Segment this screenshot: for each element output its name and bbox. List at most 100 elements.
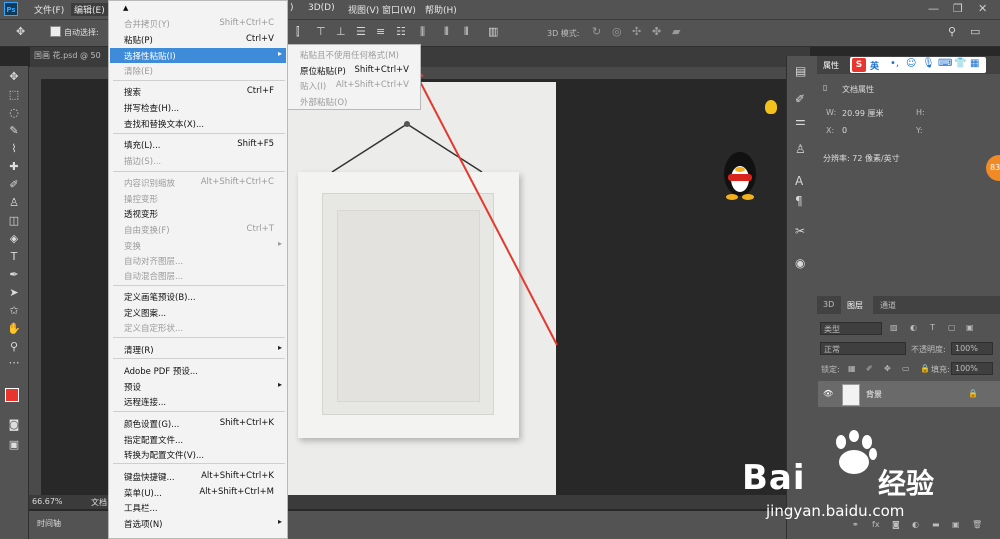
edit-menu-item[interactable]: 粘贴(P) Ctrl+V: [110, 32, 286, 47]
edit-menu-item-label: 键盘快捷键...: [124, 473, 175, 483]
width-label: W:: [826, 108, 837, 117]
paste-special-item[interactable]: 原位粘贴(P) Shift+Ctrl+V: [289, 63, 421, 78]
x-value[interactable]: 0: [842, 126, 847, 135]
blend-mode-select[interactable]: 正常: [820, 342, 906, 355]
edit-menu-item[interactable]: 拼写检查(H)...: [110, 100, 286, 115]
clone-source-icon[interactable]: ♙: [795, 142, 806, 156]
y-label: Y:: [916, 126, 923, 135]
edit-menu-item-shortcut: Alt+Shift+Ctrl+K: [201, 471, 274, 481]
edit-menu: ▲ 合并拷贝(Y) Shift+Ctrl+C 粘贴(P) Ctrl+V 选择性粘贴(I)…: [108, 0, 288, 539]
filter-type-icon[interactable]: T: [930, 323, 935, 332]
lock-artboard-icon[interactable]: ▭: [902, 364, 910, 373]
submenu-arrow-icon: ▸: [277, 239, 282, 248]
submenu-arrow-icon: ▸: [277, 517, 282, 526]
edit-menu-item[interactable]: Adobe PDF 预设...: [110, 363, 286, 378]
paste-special-item-shortcut: Alt+Shift+Ctrl+V: [335, 80, 409, 90]
edit-menu-item-label: 定义图案...: [124, 309, 167, 319]
ime-tools-icon[interactable]: ▦: [970, 58, 979, 69]
edit-menu-item-label: 自动对齐图层...: [124, 257, 184, 267]
opacity-value: 100%: [955, 344, 978, 353]
baidu-brand: Bai: [742, 458, 806, 498]
edit-menu-item-label: 描边(S)...: [124, 157, 162, 167]
ime-emoji-icon[interactable]: ☺: [906, 58, 916, 69]
layer-name[interactable]: 背景: [866, 389, 882, 400]
edit-menu-item[interactable]: 透视变形: [110, 206, 286, 221]
paste-special-item: 粘贴且不使用任何格式(M): [289, 47, 421, 62]
edit-menu-item-label: 颜色设置(G)...: [124, 420, 180, 430]
fill-field[interactable]: 100%: [951, 362, 993, 375]
history-icon[interactable]: ▤: [795, 64, 806, 78]
tab-3d[interactable]: 3D: [823, 300, 834, 309]
edit-menu-item[interactable]: 转换为配置文件(V)...: [110, 447, 286, 462]
baidu-paw-icon: [836, 430, 877, 474]
tab-channels[interactable]: 通道: [880, 300, 896, 311]
edit-menu-item[interactable]: 首选项(N) ▸: [110, 516, 286, 531]
opacity-label: 不透明度:: [911, 345, 946, 354]
edit-menu-item-label: 合并拷贝(Y): [124, 20, 170, 30]
edit-menu-item-label: 转换为配置文件(V)...: [124, 451, 205, 461]
edit-menu-item-label: 查找和替换文本(X)...: [124, 120, 205, 130]
edit-menu-item[interactable]: 颜色设置(G)... Shift+Ctrl+K: [110, 416, 286, 431]
fill-label: 填充:: [931, 365, 950, 374]
ime-keyboard-icon[interactable]: ⌨: [938, 58, 952, 69]
edit-menu-item[interactable]: 查找和替换文本(X)...: [110, 116, 286, 131]
ime-skin-icon[interactable]: 👕: [954, 58, 966, 69]
menu-separator: [113, 337, 285, 338]
edit-menu-item-label: 远程连接...: [124, 398, 167, 408]
filter-shape-icon[interactable]: ▢: [948, 323, 956, 332]
edit-menu-item[interactable]: 预设 ▸: [110, 379, 286, 394]
edit-menu-item[interactable]: 指定配置文件...: [110, 432, 286, 447]
edit-menu-item: 变换 ▸: [110, 238, 286, 253]
zoom-level[interactable]: 66.67%: [32, 497, 63, 506]
lock-pixels-icon[interactable]: ▦: [848, 364, 856, 373]
ime-language[interactable]: 英: [870, 59, 879, 72]
filter-smart-icon[interactable]: ▣: [966, 323, 974, 332]
character-icon[interactable]: A: [795, 174, 803, 188]
edit-menu-item[interactable]: 定义画笔预设(B)...: [110, 289, 286, 304]
delete-layer-icon[interactable]: 🗑: [972, 520, 982, 529]
edit-menu-item[interactable]: 填充(L)... Shift+F5: [110, 137, 286, 152]
sogou-logo: S: [852, 58, 866, 72]
brush-settings-icon[interactable]: ✐: [795, 92, 805, 106]
edit-menu-item-shortcut: Ctrl+F: [246, 86, 274, 96]
ime-voice-icon[interactable]: 🎙: [922, 58, 935, 69]
properties-tab[interactable]: 属性: [823, 60, 839, 71]
timeline-tab[interactable]: 时间轴: [37, 518, 61, 529]
doc-info-label[interactable]: 文档: [91, 497, 107, 508]
adjustments-icon[interactable]: ⚌: [795, 114, 806, 128]
edit-menu-item[interactable]: 远程连接...: [110, 394, 286, 409]
lock-position-icon[interactable]: ✥: [884, 364, 891, 373]
edit-menu-item[interactable]: 定义图案...: [110, 305, 286, 320]
menu-separator: [113, 171, 285, 172]
edit-menu-item: 清除(E): [110, 63, 286, 78]
edit-menu-item[interactable]: 搜索 Ctrl+F: [110, 84, 286, 99]
edit-menu-item: 合并拷贝(Y) Shift+Ctrl+C: [110, 16, 286, 31]
tab-layers[interactable]: 图层: [847, 300, 863, 311]
submenu-arrow-icon: ▸: [277, 343, 282, 352]
edit-menu-item-shortcut: Shift+Ctrl+C: [219, 18, 274, 28]
edit-menu-item[interactable]: 工具栏...: [110, 500, 286, 515]
ime-punct-icon[interactable]: •,: [890, 58, 899, 69]
edit-menu-item[interactable]: 菜单(U)... Alt+Shift+Ctrl+M: [110, 485, 286, 500]
opacity-field[interactable]: 100%: [951, 342, 993, 355]
layer-thumbnail: [842, 384, 860, 406]
baidu-jingyan-watermark: Bai 经验 jingyan.baidu.com: [720, 430, 970, 530]
edit-menu-item: 自动对齐图层...: [110, 253, 286, 268]
scroll-up-icon[interactable]: ▲: [123, 4, 128, 12]
libraries-icon[interactable]: ◉: [795, 256, 805, 270]
layer-kind-filter[interactable]: 类型: [820, 322, 882, 335]
edit-menu-item[interactable]: 清理(R) ▸: [110, 342, 286, 357]
filter-pixel-icon[interactable]: ▨: [890, 323, 898, 332]
layer-row-background[interactable]: 👁 背景 🔒: [818, 381, 1000, 407]
edit-menu-item[interactable]: 键盘快捷键... Alt+Shift+Ctrl+K: [110, 469, 286, 484]
lock-all-icon[interactable]: 🔒: [920, 364, 930, 373]
layer-visibility-eye-icon[interactable]: 👁: [823, 389, 833, 398]
menu-separator: [113, 80, 285, 81]
x-label: X:: [826, 126, 835, 135]
tool-presets-icon[interactable]: ✂: [795, 224, 805, 238]
edit-menu-item[interactable]: 选择性粘贴(I) ▸: [110, 48, 286, 63]
filter-adjust-icon[interactable]: ◐: [910, 323, 917, 332]
lock-paint-icon[interactable]: ✐: [866, 364, 873, 373]
width-value[interactable]: 20.99 厘米: [842, 108, 883, 119]
paragraph-icon[interactable]: ¶: [795, 194, 803, 208]
